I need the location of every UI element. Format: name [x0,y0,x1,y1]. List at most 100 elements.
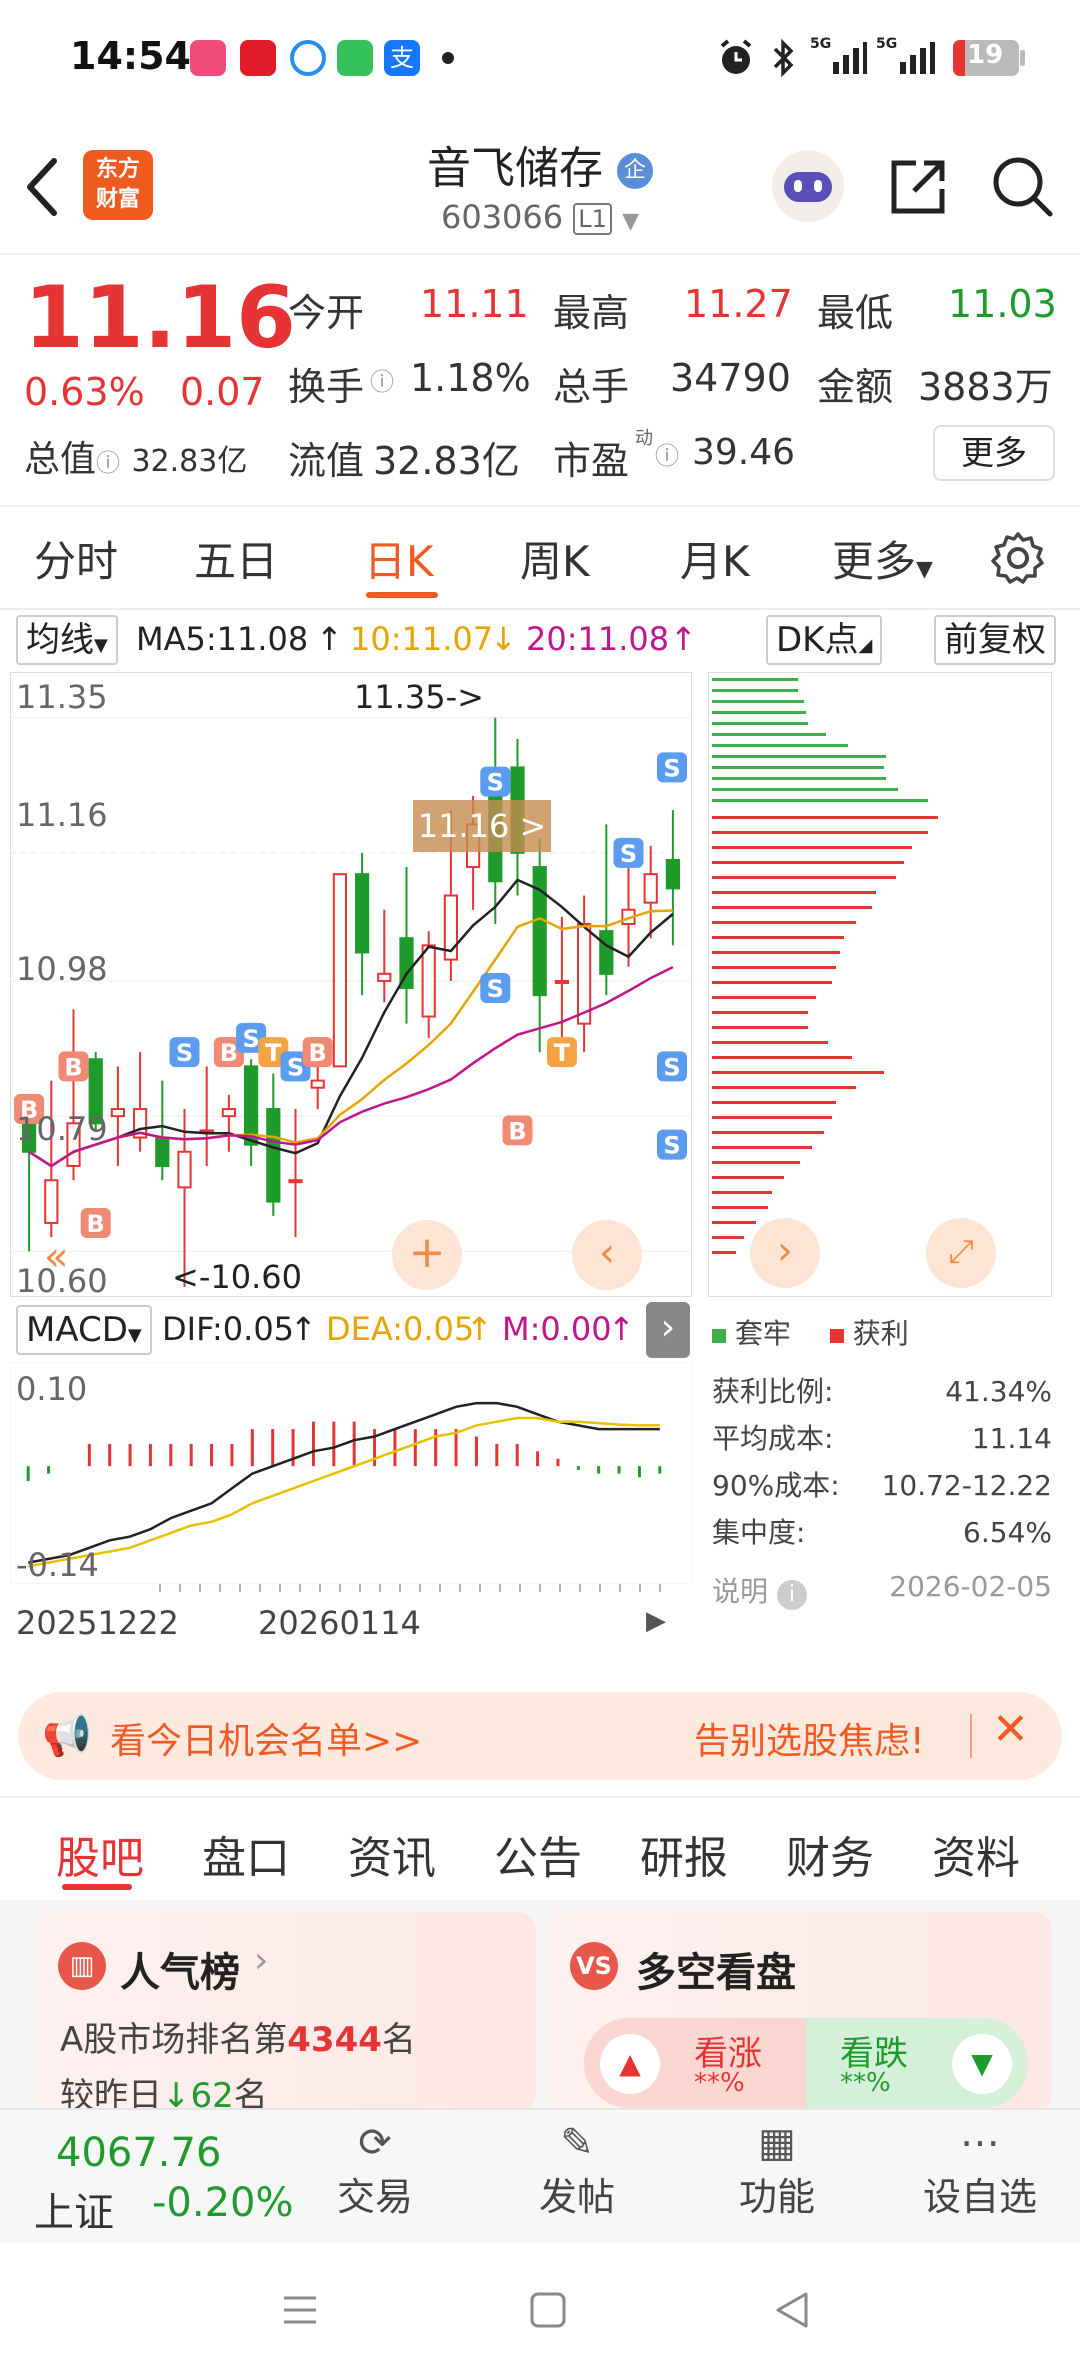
dk-point-button[interactable]: DK点◢ [766,615,883,665]
chip-bar-trapped [712,689,798,692]
tab-daily-k[interactable]: 日K [364,528,434,589]
market-cap-label: 总值 [24,439,97,480]
search-icon[interactable] [988,152,1056,220]
index-change[interactable]: -0.20% [152,2180,294,2226]
y-tick-label: 10.79 [16,1110,108,1148]
info-icon: ⓘ [96,449,121,477]
chip-bar-profit [712,1056,852,1059]
share-icon[interactable] [886,155,950,219]
tab-monthly-k[interactable]: 月K [680,528,750,589]
play-icon[interactable]: ▶ [646,1606,666,1636]
index-name[interactable]: 上证 [34,2180,114,2238]
menu-nav-icon[interactable] [280,2290,320,2330]
chip-distribution-chart[interactable] [708,672,1052,1297]
chip-bar-trapped [712,766,884,769]
tab-intraday[interactable]: 分时 [34,528,118,589]
post-label: 发帖 [538,2175,615,2219]
volume-label: 总手 [553,365,630,409]
bear-button[interactable]: 看跌 **% ▼ [806,2018,1028,2108]
stat-label: 平均成本: [712,1422,834,1455]
chip-bar-profit [712,1071,884,1074]
enterprise-badge: 企 [617,153,653,189]
add-watchlist-button[interactable]: ⋯ 设自选 [910,2120,1050,2240]
vs-icon: VS [570,1942,618,1990]
y-tick-label: 10.98 [16,950,108,988]
kline-chart[interactable]: BBBS BSTSBSSBTSSSS [10,672,692,1297]
chip-bar-profit [712,1146,812,1149]
indicator-select[interactable]: 均线▼ [16,615,118,665]
more-button[interactable]: 更多 [933,425,1055,481]
alipay-icon: 支 [384,40,420,76]
popularity-card[interactable]: ▥ 人气榜 › A股市场排名第4344名 较昨日↓62名 [36,1912,536,2116]
chip-bar-profit [712,861,904,864]
high-annotation: 11.35-> [354,678,484,716]
expand-indicator-button[interactable]: › [646,1302,690,1358]
message-app-icon [337,40,373,76]
signal-marker-label: B [87,1210,105,1238]
rank-prefix: A股市场排名第 [60,2020,288,2060]
tab-more[interactable]: 更多▼ [832,528,933,589]
stat-value: 41.34% [945,1375,1052,1408]
chip-bar-profit [712,1131,824,1134]
macd-chart[interactable] [10,1362,692,1584]
float-label: 流值 [288,439,365,483]
tab-pankou[interactable]: 盘口 [202,1822,290,1886]
bull-pct: **% [694,2068,745,2098]
robot-assistant-icon[interactable] [772,150,844,222]
candle-body [576,923,592,1025]
signal-marker-label: S [176,1039,193,1067]
scroll-left-button[interactable]: ‹ [572,1220,642,1290]
settings-gear-icon[interactable] [990,530,1046,586]
promo-banner[interactable]: 📢 看今日机会名单>> 告别选股焦虑! ✕ [18,1692,1062,1780]
low-annotation: <-10.60 [172,1258,302,1296]
m-label: M:0.00 [502,1310,612,1348]
sentiment-card[interactable]: VS 多空看盘 ▲ 看涨 **% 看跌 **% ▼ [550,1912,1052,2112]
signal-marker-label: S [487,975,504,1003]
back-nav-icon[interactable] [772,2290,812,2330]
macd-select[interactable]: MACD▼ [16,1305,152,1355]
home-nav-icon[interactable] [528,2290,568,2330]
tab-guba[interactable]: 股吧 [56,1822,144,1886]
note-link[interactable]: 说明 i [712,1570,807,1610]
tab-profile[interactable]: 资料 [932,1822,1020,1886]
chip-date: 2026-02-05 [889,1570,1052,1603]
signal-marker-label: B [309,1039,327,1067]
pe-label: 市盈 [553,439,630,483]
candle-body [532,866,547,997]
rewind-icon[interactable]: « [44,1234,68,1280]
tab-finance[interactable]: 财务 [786,1822,874,1886]
stat-label: 集中度: [712,1516,806,1549]
trade-button[interactable]: ⟳ 交易 [305,2120,445,2240]
expand-icon[interactable]: ⤢ [926,1218,996,1288]
chip-stats-list: 获利比例: 41.34% 平均成本: 11.14 90%成本: 10.72-12.22… [712,1368,1052,1556]
ma5-label: MA5:11.08 [136,620,309,658]
post-button[interactable]: ✎ 发帖 [507,2120,647,2240]
scroll-right-button[interactable]: › [750,1218,820,1288]
index-value[interactable]: 4067.76 [56,2130,221,2176]
grid-icon: ▦ [758,2120,796,2166]
functions-button[interactable]: ▦ 功能 [707,2120,847,2240]
tab-news[interactable]: 资讯 [348,1822,436,1886]
stat-value: 10.72-12.22 [881,1469,1052,1502]
chevron-down-icon: ▼ [127,1325,142,1346]
tab-research[interactable]: 研报 [640,1822,728,1886]
candle-body [243,1065,259,1146]
tab-announcements[interactable]: 公告 [494,1822,582,1886]
tab-five-day[interactable]: 五日 [194,528,278,589]
current-price: 11.16 [24,268,297,368]
chip-bar-profit [712,816,938,819]
chip-bar-trapped [712,711,806,714]
chip-bar-profit [712,1191,772,1194]
zoom-in-button[interactable]: + [392,1220,462,1290]
candle-body [155,1136,170,1168]
sentiment-title: 多空看盘 [636,1950,796,1996]
price-marker[interactable]: 11.16 > [413,800,551,852]
info-icon: ⓘ [655,442,679,470]
battery-level: 19 [967,40,1004,70]
stock-name: 音飞储存 [427,143,603,194]
dif-label: DIF:0.05 [162,1310,295,1348]
bull-button[interactable]: ▲ 看涨 **% [584,2018,806,2108]
tab-weekly-k[interactable]: 周K [520,528,590,589]
adjust-button[interactable]: 前复权 [934,615,1056,665]
close-icon[interactable]: ✕ [992,1704,1029,1755]
